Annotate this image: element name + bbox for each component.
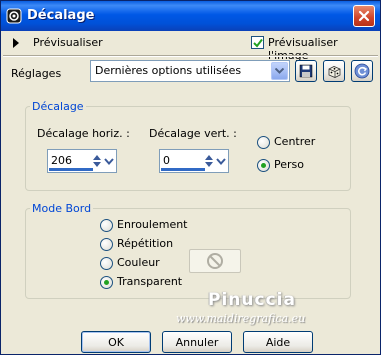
dropdown-arrow[interactable] <box>271 62 288 80</box>
preview-image-label[interactable]: Prévisualiser l'image <box>268 36 380 62</box>
close-x-icon <box>358 10 370 22</box>
spinner-arrows-icon <box>93 155 114 167</box>
watermark-url: www.maidiregrafica.eu <box>176 312 306 325</box>
color-radio-label[interactable]: Couleur <box>117 256 160 269</box>
preview-image-checkbox[interactable] <box>251 36 264 49</box>
center-radio-label[interactable]: Centrer <box>274 135 315 148</box>
wrap-radio[interactable] <box>100 219 113 232</box>
horizontal-offset-spinner[interactable] <box>92 151 114 171</box>
settings-dropdown-value: Dernières options utilisées <box>95 64 242 77</box>
help-button-label: Aide <box>265 335 291 349</box>
offset-group-title: Décalage <box>30 100 86 113</box>
window-title: Décalage <box>27 8 95 23</box>
title-bar[interactable]: Décalage <box>1 1 380 31</box>
settings-dropdown[interactable]: Dernières options utilisées <box>90 60 290 82</box>
save-preset-button[interactable] <box>295 60 317 82</box>
spinner-arrows-icon <box>205 155 226 167</box>
ok-button-label: OK <box>108 335 124 349</box>
app-icon <box>6 8 22 24</box>
randomize-dice-icon <box>328 65 340 78</box>
transparent-radio-label[interactable]: Transparent <box>117 275 182 288</box>
chevron-down-icon <box>275 68 284 74</box>
vertical-offset-label: Décalage vert. : <box>149 127 237 140</box>
custom-radio[interactable] <box>257 159 270 172</box>
checkmark-icon <box>253 38 263 48</box>
settings-label: Réglages <box>11 67 62 80</box>
color-swatch-button[interactable] <box>189 249 241 273</box>
center-radio[interactable] <box>257 136 270 149</box>
reset-button[interactable] <box>351 60 373 82</box>
save-icon <box>299 64 313 78</box>
separator <box>3 55 378 57</box>
transparent-radio[interactable] <box>100 276 113 289</box>
close-button[interactable] <box>353 5 375 27</box>
custom-radio-label[interactable]: Perso <box>274 158 304 171</box>
horizontal-offset-value: 206 <box>51 154 72 167</box>
edge-mode-group-title: Mode Bord <box>30 202 94 215</box>
repeat-radio-label[interactable]: Répétition <box>117 237 173 250</box>
watermark-name: Pinuccia <box>208 290 296 310</box>
input-underline <box>161 168 205 171</box>
expand-preview-arrow-icon[interactable] <box>13 38 19 48</box>
repeat-radio[interactable] <box>100 238 113 251</box>
help-button[interactable]: Aide <box>243 331 313 353</box>
cancel-button[interactable]: Annuler <box>162 331 232 353</box>
cancel-button-label: Annuler <box>175 335 219 349</box>
reset-icon <box>354 63 370 79</box>
dialog-window: Décalage Prévisualiser Prévisualiser l'i… <box>0 0 381 355</box>
input-underline <box>49 168 93 171</box>
randomize-button[interactable] <box>323 60 345 82</box>
wrap-radio-label[interactable]: Enroulement <box>117 218 188 231</box>
color-radio[interactable] <box>100 257 113 270</box>
vertical-offset-spinner[interactable] <box>204 151 226 171</box>
preview-toggle-label[interactable]: Prévisualiser <box>33 36 103 49</box>
edge-mode-groupbox <box>25 208 351 299</box>
no-color-icon <box>207 253 223 269</box>
vertical-offset-input[interactable]: 0 <box>159 149 229 173</box>
horizontal-offset-input[interactable]: 206 <box>47 149 117 173</box>
vertical-offset-value: 0 <box>163 154 170 167</box>
horizontal-offset-label: Décalage horiz. : <box>37 127 130 140</box>
ok-button[interactable]: OK <box>81 331 151 353</box>
